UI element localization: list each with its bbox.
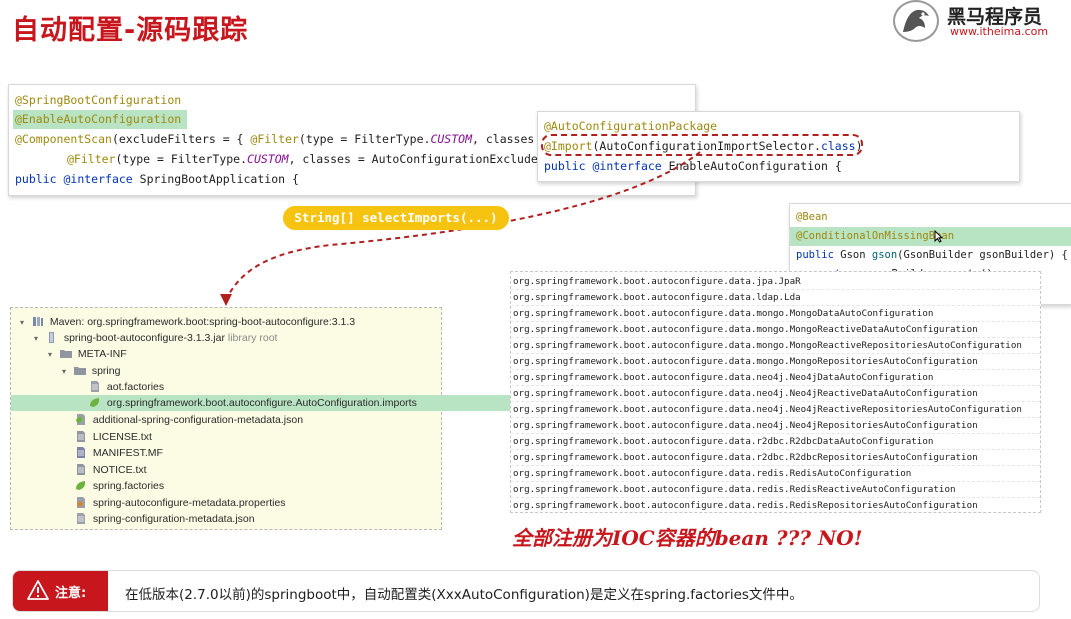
list-item: org.springframework.boot.autoconfigure.d… [511,450,1040,466]
json-file-icon [77,513,85,524]
list-item: org.springframework.boot.autoconfigure.d… [511,354,1040,370]
properties-file-icon [77,497,85,508]
spring-file-icon [90,398,100,407]
tree-item-label: spring-autoconfigure-metadata.properties [92,497,286,509]
library-root-label: library root [227,332,278,344]
tree-item-meta-inf[interactable]: ▾ META-INF [11,346,475,362]
tree-item-license[interactable]: LICENSE.txt [11,429,503,445]
list-item: org.springframework.boot.autoconfigure.d… [511,370,1040,386]
tree-item-label: org.springframework.boot.autoconfigure.A… [106,397,417,409]
method-token: gson [871,249,898,261]
tree-item-label: spring-configuration-metadata.json [92,513,255,525]
tree-item-additional-metadata[interactable]: additional-spring-configuration-metadata… [11,412,503,428]
warning-icon [27,580,49,600]
tree-item-label: NOTICE.txt [92,464,147,476]
note-text: 在低版本(2.7.0以前)的springboot中，自动配置类(XxxAutoC… [125,587,803,603]
expand-arrow-icon[interactable]: ▾ [17,315,27,331]
tree-item-label: spring-boot-autoconfigure-3.1.3.jar [63,332,225,344]
list-item: org.springframework.boot.autoconfigure.d… [511,498,1040,512]
annotation-token: @Bean [796,211,828,223]
text-file-icon [77,464,85,475]
list-item: org.springframework.boot.autoconfigure.d… [511,466,1040,482]
tree-item-spring-folder[interactable]: ▾ spring [11,363,489,379]
note-bar: 注意: 在低版本(2.7.0以前)的springboot中，自动配置类(XxxA… [12,570,1040,612]
file-icon [91,381,99,392]
tree-item-label: spring [91,365,121,377]
list-item: org.springframework.boot.autoconfigure.d… [511,338,1040,354]
tree-item-aot-factories[interactable]: aot.factories [11,379,517,395]
tree-item-label: META-INF [77,348,127,360]
folder-icon [59,350,72,358]
list-item: org.springframework.boot.autoconfigure.d… [511,482,1040,498]
list-item: org.springframework.boot.autoconfigure.d… [511,386,1040,402]
auto-configuration-imports-list: org.springframework.boot.autoconfigure.d… [510,271,1041,513]
expand-arrow-icon[interactable]: ▾ [59,364,69,380]
tree-item-label: spring.factories [92,480,165,492]
tree-item-label: MANIFEST.MF [92,447,163,459]
json-file-icon [76,414,85,425]
folder-icon [73,367,86,375]
list-item: org.springframework.boot.autoconfigure.d… [511,274,1040,290]
handwritten-annotation: 全部注册为IOC容器的bean ??? NO! [512,526,863,550]
mouse-cursor-icon [934,230,943,243]
code-token: Gson [833,249,872,261]
arrow-head-icon [220,294,232,306]
tree-item-spring-factories[interactable]: spring.factories [11,478,503,494]
keyword-token: public [796,249,834,261]
tree-item-manifest[interactable]: MANIFEST.MF [11,445,503,461]
tree-item-label: aot.factories [106,381,165,393]
tree-item-label: LICENSE.txt [92,431,152,443]
tree-item-configuration-metadata[interactable]: spring-configuration-metadata.json [11,511,503,527]
expand-arrow-icon[interactable]: ▾ [31,331,41,347]
text-file-icon [77,431,85,442]
tree-item-label: additional-spring-configuration-metadata… [92,414,304,426]
code-line: @Bean [796,208,828,227]
tree-item-autoconfiguration-imports[interactable]: org.springframework.boot.autoconfigure.A… [11,395,517,411]
note-tag: 注意: [13,571,108,611]
list-item: org.springframework.boot.autoconfigure.d… [511,322,1040,338]
conditional-on-missing-bean-highlight: @ConditionalOnMissingBean [790,227,1071,246]
jar-icon [48,332,54,343]
code-line: public Gson gson(GsonBuilder gsonBuilder… [796,246,1068,265]
tree-item-maven-library[interactable]: ▾ Maven: org.springframework.boot:spring… [11,314,447,330]
library-icon [32,317,43,326]
annotation-token: @ConditionalOnMissingBean [796,230,955,242]
tree-item-notice[interactable]: NOTICE.txt [11,462,503,478]
list-item: org.springframework.boot.autoconfigure.d… [511,402,1040,418]
tree-item-jar[interactable]: ▾ spring-boot-autoconfigure-3.1.3.jar li… [11,330,461,346]
tree-item-label: Maven: org.springframework.boot:spring-b… [49,316,356,328]
tree-item-autoconfigure-metadata[interactable]: spring-autoconfigure-metadata.properties [11,495,503,511]
list-item: org.springframework.boot.autoconfigure.d… [511,290,1040,306]
list-item: org.springframework.boot.autoconfigure.d… [511,306,1040,322]
list-item: org.springframework.boot.autoconfigure.d… [511,418,1040,434]
select-imports-label: String[] selectImports(...) [283,206,509,230]
note-tag-label: 注意: [55,586,87,601]
project-tree: ▾ Maven: org.springframework.boot:spring… [10,307,517,530]
list-item: org.springframework.boot.autoconfigure.d… [511,434,1040,450]
manifest-file-icon [77,447,85,458]
spring-file-icon [76,481,86,490]
expand-arrow-icon[interactable]: ▾ [45,347,55,363]
code-token: (GsonBuilder gsonBuilder) { [897,249,1068,261]
